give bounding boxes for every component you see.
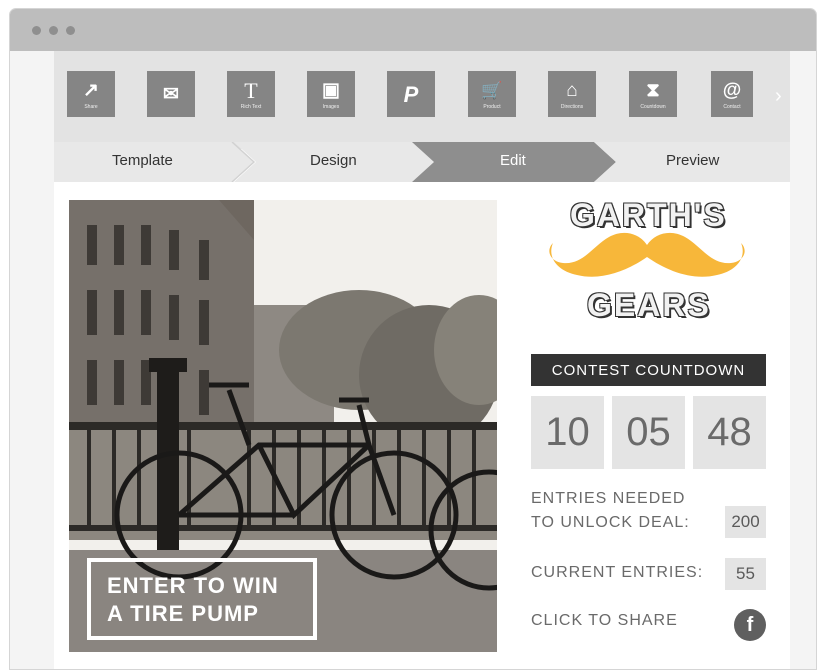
promo-line-2: A TIRE PUMP <box>107 601 259 626</box>
entries-needed-label-line1: ENTRIES NEEDED <box>531 490 686 507</box>
step-template[interactable]: Template <box>112 152 173 169</box>
photo-window <box>87 290 97 335</box>
product-cart-icon: 🛒 <box>481 81 503 100</box>
photo-window <box>87 225 97 265</box>
photo-window <box>114 290 124 335</box>
tool-share-button[interactable]: ↗ Share <box>67 71 115 117</box>
widget-toolbar: ↗ Share ✉ T Rich Text ▣ Images P 🛒 Produ… <box>54 51 790 149</box>
photo-window <box>169 230 179 270</box>
images-icon: ▣ <box>322 80 340 101</box>
entries-needed-label-line2: TO UNLOCK DEAL: <box>531 514 690 531</box>
photo-railing-top <box>69 422 497 430</box>
facebook-icon[interactable]: f <box>734 609 766 641</box>
tool-label: Share <box>84 104 98 110</box>
editor-canvas: ↗ Share ✉ T Rich Text ▣ Images P 🛒 Produ… <box>54 51 790 669</box>
countdown-hourglass-icon: ⧗ <box>646 80 660 101</box>
tool-label: Directions <box>560 104 584 110</box>
photo-window <box>199 370 209 415</box>
window-close-dot[interactable] <box>32 26 41 35</box>
share-label: CLICK TO SHARE <box>531 612 678 629</box>
mustache-icon <box>549 232 745 277</box>
tool-label: Images <box>322 104 340 110</box>
photo-window <box>141 290 151 335</box>
step-design[interactable]: Design <box>310 152 357 169</box>
chevron-right-icon[interactable]: › <box>775 85 782 108</box>
photo-window <box>199 300 209 345</box>
photo-window <box>114 225 124 265</box>
countdown-box: 05 <box>612 396 685 469</box>
countdown-box: 10 <box>531 396 604 469</box>
tool-images-button[interactable]: ▣ Images <box>307 71 355 117</box>
tool-label: Product <box>483 104 501 110</box>
contest-title: CONTEST COUNTDOWN <box>531 354 766 386</box>
tool-directions-button[interactable]: ⌂ Directions <box>548 71 596 117</box>
tool-label: Contact <box>723 104 741 110</box>
tool-product-button[interactable]: 🛒 Product <box>468 71 516 117</box>
paypal-icon: P <box>403 81 419 107</box>
photo-window <box>87 360 97 405</box>
tool-label: Countdown <box>640 104 666 110</box>
photo-window <box>199 240 209 280</box>
side-gutter <box>790 51 816 669</box>
photo-lamp-head <box>149 358 187 372</box>
browser-window: ↗ Share ✉ T Rich Text ▣ Images P 🛒 Produ… <box>9 8 817 670</box>
share-icon: ↗ <box>83 80 99 101</box>
tool-mail-button[interactable]: ✉ <box>147 71 195 117</box>
tool-contact-button[interactable]: @ Contact <box>711 71 753 117</box>
promo-headline: ENTER TO WIN A TIRE PUMP <box>87 558 317 640</box>
photo-window <box>141 225 151 265</box>
promo-line-1: ENTER TO WIN <box>107 573 279 598</box>
photo-window <box>114 360 124 405</box>
current-entries-label: CURRENT ENTRIES: <box>531 564 704 581</box>
contact-icon: @ <box>722 80 742 101</box>
window-zoom-dot[interactable] <box>66 26 75 35</box>
title-bar <box>10 9 816 51</box>
mustache-shape <box>549 232 745 277</box>
tool-label: Rich Text <box>240 104 262 110</box>
photo-lamp-post <box>157 365 179 560</box>
step-edit[interactable]: Edit <box>500 152 526 169</box>
tool-paypal-button[interactable]: P <box>387 71 435 117</box>
brand-name-bottom: GEARS <box>587 287 711 323</box>
step-preview[interactable]: Preview <box>666 152 719 169</box>
tool-rich-text-button[interactable]: T Rich Text <box>227 71 275 117</box>
directions-icon: ⌂ <box>566 80 578 101</box>
entries-needed-value: 200 <box>725 506 766 538</box>
rich-text-icon: T <box>244 78 258 103</box>
mail-icon: ✉ <box>163 83 179 105</box>
photo-window <box>169 295 179 340</box>
countdown-box: 48 <box>693 396 766 469</box>
window-minimize-dot[interactable] <box>49 26 58 35</box>
current-entries-value: 55 <box>725 558 766 590</box>
tool-countdown-button[interactable]: ⧗ Countdown <box>629 71 677 117</box>
